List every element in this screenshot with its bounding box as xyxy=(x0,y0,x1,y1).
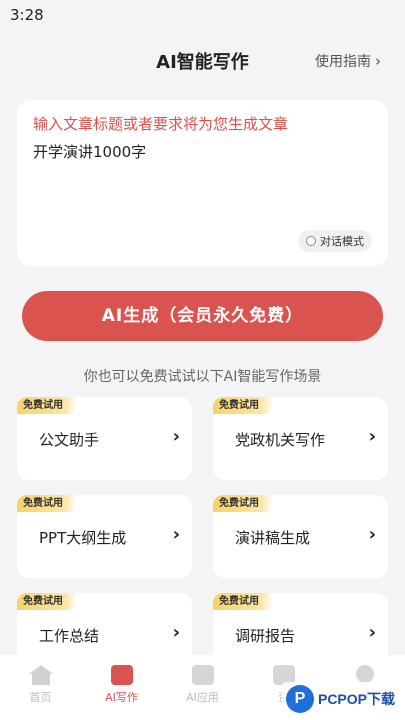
free-trial-badge: 免费试用 xyxy=(17,593,77,610)
chevron-right-icon: › xyxy=(368,622,376,643)
free-trial-badge: 免费试用 xyxy=(213,397,273,414)
pcpop-watermark: P PCPOP下载 xyxy=(281,682,399,716)
tab-label: AI写作 xyxy=(105,691,138,704)
chevron-right-icon: › xyxy=(368,524,376,545)
free-trial-badge: 免费试用 xyxy=(17,397,77,414)
tab-ai-apps[interactable]: AI应用 xyxy=(162,665,243,705)
guide-label: 使用指南 xyxy=(315,54,371,70)
pcpop-logo-icon: P xyxy=(285,685,314,713)
radio-icon[interactable] xyxy=(306,236,316,246)
chevron-right-icon: › xyxy=(368,426,376,447)
home-icon-body xyxy=(31,674,50,685)
guide-link[interactable]: 使用指南 › xyxy=(315,51,381,71)
free-trial-badge: 免费试用 xyxy=(213,495,273,512)
status-bar: 3:28 xyxy=(0,0,405,34)
header: AI智能写作 使用指南 › xyxy=(0,40,405,80)
user-icon xyxy=(355,665,374,683)
tab-label: 首页 xyxy=(29,691,52,704)
home-icon xyxy=(28,665,53,674)
tab-home[interactable]: 首页 xyxy=(0,665,81,705)
chevron-right-icon: › xyxy=(172,622,180,643)
tab-label: AI应用 xyxy=(186,691,219,704)
scene-label: 公文助手 xyxy=(39,431,100,449)
scene-label: 党政机关写作 xyxy=(235,431,326,449)
ai-generate-button[interactable]: AI生成（会员永久免费） xyxy=(22,291,383,341)
scene-card-official-doc[interactable]: 免费试用 公文助手 › xyxy=(17,397,192,480)
scene-card-ppt-outline[interactable]: 免费试用 PPT大纲生成 › xyxy=(17,495,192,578)
article-input[interactable]: 输入文章标题或者要求将为您生成文章 开学演讲1000字 对话模式 xyxy=(17,100,388,266)
dialogue-mode-toggle[interactable]: 对话模式 xyxy=(298,230,372,252)
ai-write-icon xyxy=(110,665,133,685)
dialogue-mode-label: 对话模式 xyxy=(320,235,364,248)
free-trial-badge: 免费试用 xyxy=(213,593,273,610)
scene-card-speech[interactable]: 免费试用 演讲稿生成 › xyxy=(213,495,388,578)
input-placeholder: 输入文章标题或者要求将为您生成文章 xyxy=(33,115,289,133)
scene-card-party-writing[interactable]: 免费试用 党政机关写作 › xyxy=(213,397,388,480)
free-trial-badge: 免费试用 xyxy=(17,495,77,512)
tab-ai-write[interactable]: AI写作 xyxy=(81,665,162,705)
scene-label: 调研报告 xyxy=(235,627,296,645)
chevron-right-icon: › xyxy=(172,426,180,447)
chevron-right-icon: › xyxy=(375,52,381,70)
scene-label: PPT大纲生成 xyxy=(39,529,127,547)
watermark-text: PCPOP下载 xyxy=(317,691,395,707)
scene-hint: 你也可以免费试试以下AI智能写作场景 xyxy=(83,369,322,385)
status-time: 3:28 xyxy=(10,6,44,24)
scene-label: 演讲稿生成 xyxy=(235,529,311,547)
briefcase-icon xyxy=(191,665,214,685)
chevron-right-icon: › xyxy=(172,524,180,545)
scene-label: 工作总结 xyxy=(39,627,100,645)
input-value[interactable]: 开学演讲1000字 xyxy=(33,142,372,162)
